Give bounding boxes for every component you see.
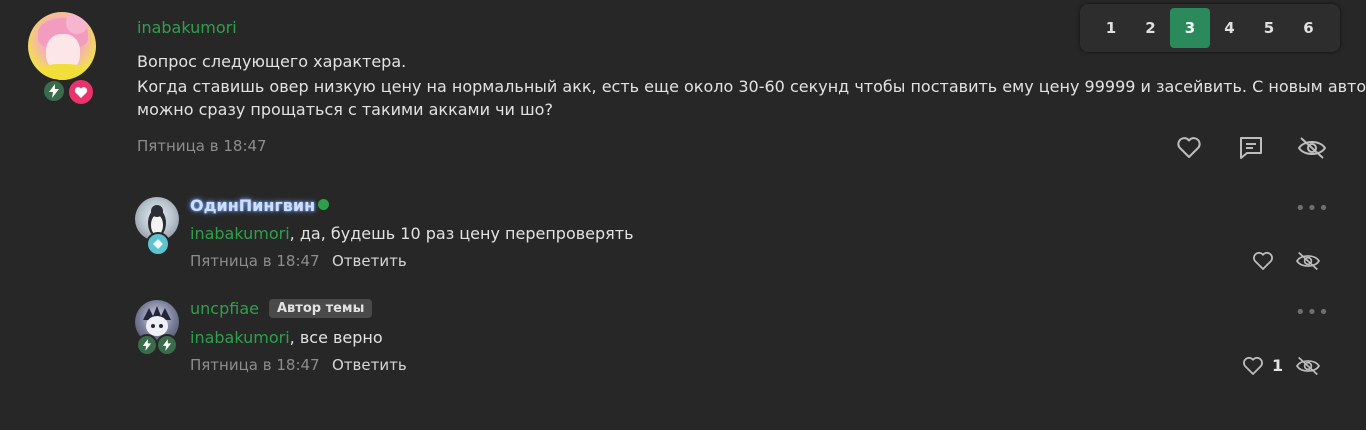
comment-like-button[interactable]	[1241, 354, 1265, 378]
hide-button[interactable]	[1296, 133, 1328, 163]
like-button[interactable]	[1174, 133, 1204, 163]
eye-off-icon	[1297, 137, 1327, 159]
online-indicator	[318, 199, 329, 210]
pagination: 1 2 3 4 5 6	[1080, 4, 1340, 52]
eye-off-icon	[1296, 251, 1320, 271]
comment-hide-button[interactable]	[1294, 248, 1322, 274]
comment-author[interactable]: ОдинПингвин	[190, 196, 315, 215]
heart-icon	[1177, 137, 1201, 158]
post-text-line1: Вопрос следующего характера.	[137, 52, 407, 71]
heart-badge-icon	[67, 78, 95, 106]
mention-link[interactable]: inabakumori	[190, 328, 290, 347]
page-1-button[interactable]: 1	[1091, 8, 1131, 48]
post-author[interactable]: inabakumori	[137, 18, 237, 37]
comment-date[interactable]: Пятница в 18:47	[190, 252, 320, 270]
bolt-badge-icon	[136, 334, 158, 356]
comment-icon	[1240, 137, 1262, 159]
comment-text: inabakumori, да, будешь 10 раз цену пере…	[190, 224, 634, 243]
author-avatar[interactable]	[28, 12, 96, 80]
comment-date[interactable]: Пятница в 18:47	[190, 356, 320, 374]
topic-author-badge: Автор темы	[269, 299, 373, 318]
post-text-line3: можно сразу прощаться с такими акками чи…	[137, 100, 553, 119]
bolt-badge-icon	[42, 79, 66, 103]
heart-icon	[1243, 356, 1263, 375]
like-count: 1	[1272, 356, 1284, 375]
comment-like-button[interactable]	[1251, 249, 1275, 273]
comment-author[interactable]: uncpfiae	[190, 299, 259, 318]
post-text-line2: Когда ставишь овер низкую цену на нормал…	[137, 77, 1366, 96]
comment-hide-button[interactable]	[1294, 353, 1322, 379]
page-4-button[interactable]: 4	[1210, 8, 1250, 48]
post-date[interactable]: Пятница в 18:47	[137, 137, 267, 155]
comment-button[interactable]	[1236, 133, 1266, 163]
reply-button[interactable]: Ответить	[332, 252, 407, 270]
diamond-icon	[146, 232, 170, 256]
page-3-button[interactable]: 3	[1170, 8, 1210, 48]
mention-link[interactable]: inabakumori	[190, 224, 290, 243]
bolt-badge-icon	[156, 334, 178, 356]
page-5-button[interactable]: 5	[1249, 8, 1289, 48]
eye-off-icon	[1296, 356, 1320, 376]
page-2-button[interactable]: 2	[1131, 8, 1171, 48]
comment-text: inabakumori, все верно	[190, 328, 383, 347]
page-6-button[interactable]: 6	[1289, 8, 1329, 48]
more-icon[interactable]: •••	[1295, 198, 1330, 219]
reply-button[interactable]: Ответить	[332, 356, 407, 374]
more-icon[interactable]: •••	[1295, 302, 1330, 323]
heart-icon	[1253, 251, 1273, 270]
